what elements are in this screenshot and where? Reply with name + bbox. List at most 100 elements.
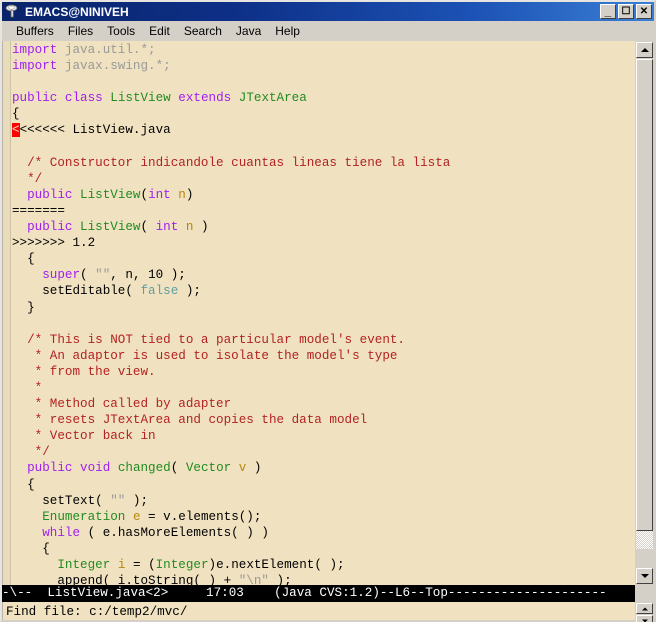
code-line: <<<<<<< ListView.java bbox=[12, 122, 635, 138]
minibuffer-scrollbar[interactable] bbox=[635, 602, 654, 620]
code-token bbox=[12, 526, 42, 540]
scroll-down-arrow-icon bbox=[641, 574, 649, 578]
code-token: java.util.*; bbox=[65, 43, 156, 57]
code-line: public class ListView extends JTextArea bbox=[12, 90, 635, 106]
code-token: * Vector back in bbox=[12, 429, 156, 443]
code-token: int bbox=[156, 220, 186, 234]
code-line: { bbox=[12, 541, 635, 557]
code-token: >>>>>>> 1.2 bbox=[12, 236, 95, 250]
code-token: * resets JTextArea and copies the data m… bbox=[12, 413, 367, 427]
code-token: ); bbox=[178, 284, 201, 298]
title-bar[interactable]: EMACS@NINIVEH _ ☐ ✕ bbox=[2, 2, 654, 21]
code-line bbox=[12, 139, 635, 155]
code-line: while ( e.hasMoreElements( ) ) bbox=[12, 525, 635, 541]
code-line: setText( "" ); bbox=[12, 493, 635, 509]
minibuffer-scroll-up-arrow-icon bbox=[642, 607, 648, 610]
code-token: { bbox=[12, 478, 35, 492]
code-line: */ bbox=[12, 171, 635, 187]
code-line: * from the view. bbox=[12, 364, 635, 380]
code-line: append( i.toString( ) + "\n" ); bbox=[12, 573, 635, 585]
code-token: ) bbox=[186, 188, 194, 202]
code-token bbox=[12, 461, 27, 475]
code-token bbox=[12, 188, 27, 202]
menu-item-search[interactable]: Search bbox=[177, 23, 229, 40]
minibuffer[interactable]: Find file: c:/temp2/mvc/ bbox=[2, 602, 635, 620]
code-token bbox=[12, 220, 27, 234]
minibuffer-scroll-up-button[interactable] bbox=[636, 603, 653, 614]
code-token: changed bbox=[118, 461, 171, 475]
code-token: ListView bbox=[80, 220, 140, 234]
code-token: /* This is NOT tied to a particular mode… bbox=[12, 333, 405, 347]
code-line: */ bbox=[12, 444, 635, 460]
code-token: ); bbox=[269, 574, 292, 585]
code-token: * from the view. bbox=[12, 365, 156, 379]
code-token: ( bbox=[171, 461, 186, 475]
emacs-window: EMACS@NINIVEH _ ☐ ✕ BuffersFilesToolsEdi… bbox=[0, 0, 656, 622]
code-token: ); bbox=[125, 494, 148, 508]
code-token: super bbox=[42, 268, 80, 282]
scroll-up-button[interactable] bbox=[636, 42, 653, 58]
code-token: /* Constructor indicandole cuantas linea… bbox=[12, 156, 450, 170]
code-token: * bbox=[12, 381, 42, 395]
scroll-up-arrow-icon bbox=[641, 48, 649, 52]
code-line: public ListView( int n ) bbox=[12, 219, 635, 235]
code-line: Enumeration e = v.elements(); bbox=[12, 509, 635, 525]
scroll-down-button[interactable] bbox=[636, 568, 653, 584]
minibuffer-scroll-down-button[interactable] bbox=[636, 615, 653, 622]
code-token: Integer bbox=[57, 558, 110, 572]
code-token: int bbox=[148, 188, 178, 202]
menu-item-edit[interactable]: Edit bbox=[142, 23, 177, 40]
scrollbar-track[interactable] bbox=[636, 59, 653, 549]
minimize-button[interactable]: _ bbox=[600, 4, 616, 19]
code-token: n bbox=[178, 188, 186, 202]
code-line: Integer i = (Integer)e.nextElement( ); bbox=[12, 557, 635, 573]
maximize-icon: ☐ bbox=[619, 5, 633, 18]
code-token: "" bbox=[110, 494, 125, 508]
code-line: * resets JTextArea and copies the data m… bbox=[12, 412, 635, 428]
menu-item-tools[interactable]: Tools bbox=[100, 23, 142, 40]
code-token: , n, 10 ); bbox=[110, 268, 186, 282]
code-token: false bbox=[140, 284, 178, 298]
code-token: ) bbox=[193, 220, 208, 234]
left-fringe bbox=[3, 41, 11, 585]
code-token: ( bbox=[80, 268, 95, 282]
code-token: setEditable( bbox=[12, 284, 140, 298]
close-icon: ✕ bbox=[637, 5, 651, 18]
code-line: >>>>>>> 1.2 bbox=[12, 235, 635, 251]
code-token: while bbox=[42, 526, 80, 540]
code-line: super( "", n, 10 ); bbox=[12, 267, 635, 283]
menu-item-buffers[interactable]: Buffers bbox=[9, 23, 61, 40]
code-token: JTextArea bbox=[239, 91, 307, 105]
code-line: * Vector back in bbox=[12, 428, 635, 444]
code-token: * An adaptor is used to isolate the mode… bbox=[12, 349, 397, 363]
code-token: import bbox=[12, 43, 65, 57]
code-line: * An adaptor is used to isolate the mode… bbox=[12, 348, 635, 364]
code-token: e bbox=[133, 510, 141, 524]
menu-item-files[interactable]: Files bbox=[61, 23, 100, 40]
code-token: */ bbox=[12, 172, 42, 186]
scrollbar-thumb[interactable] bbox=[636, 59, 653, 531]
close-button[interactable]: ✕ bbox=[636, 4, 652, 19]
code-token: ( bbox=[141, 188, 149, 202]
code-token: extends bbox=[171, 91, 239, 105]
menu-item-java[interactable]: Java bbox=[229, 23, 268, 40]
code-token: class bbox=[65, 91, 110, 105]
code-line: public void changed( Vector v ) bbox=[12, 460, 635, 476]
code-line: /* Constructor indicandole cuantas linea… bbox=[12, 155, 635, 171]
code-token: <<<<<< ListView.java bbox=[20, 123, 171, 137]
code-line: { bbox=[12, 477, 635, 493]
code-token bbox=[12, 268, 42, 282]
code-line bbox=[12, 74, 635, 90]
window-title: EMACS@NINIVEH bbox=[25, 5, 600, 19]
code-line: setEditable( false ); bbox=[12, 283, 635, 299]
code-token: = v.elements(); bbox=[141, 510, 262, 524]
code-token: public bbox=[12, 91, 65, 105]
code-line: import javax.swing.*; bbox=[12, 58, 635, 74]
code-buffer[interactable]: import java.util.*;import javax.swing.*;… bbox=[2, 41, 635, 585]
code-token: setText( bbox=[12, 494, 110, 508]
vertical-scrollbar[interactable] bbox=[635, 41, 654, 585]
maximize-button[interactable]: ☐ bbox=[618, 4, 634, 19]
code-line: import java.util.*; bbox=[12, 42, 635, 58]
code-token: public void bbox=[27, 461, 118, 475]
menu-item-help[interactable]: Help bbox=[268, 23, 307, 40]
